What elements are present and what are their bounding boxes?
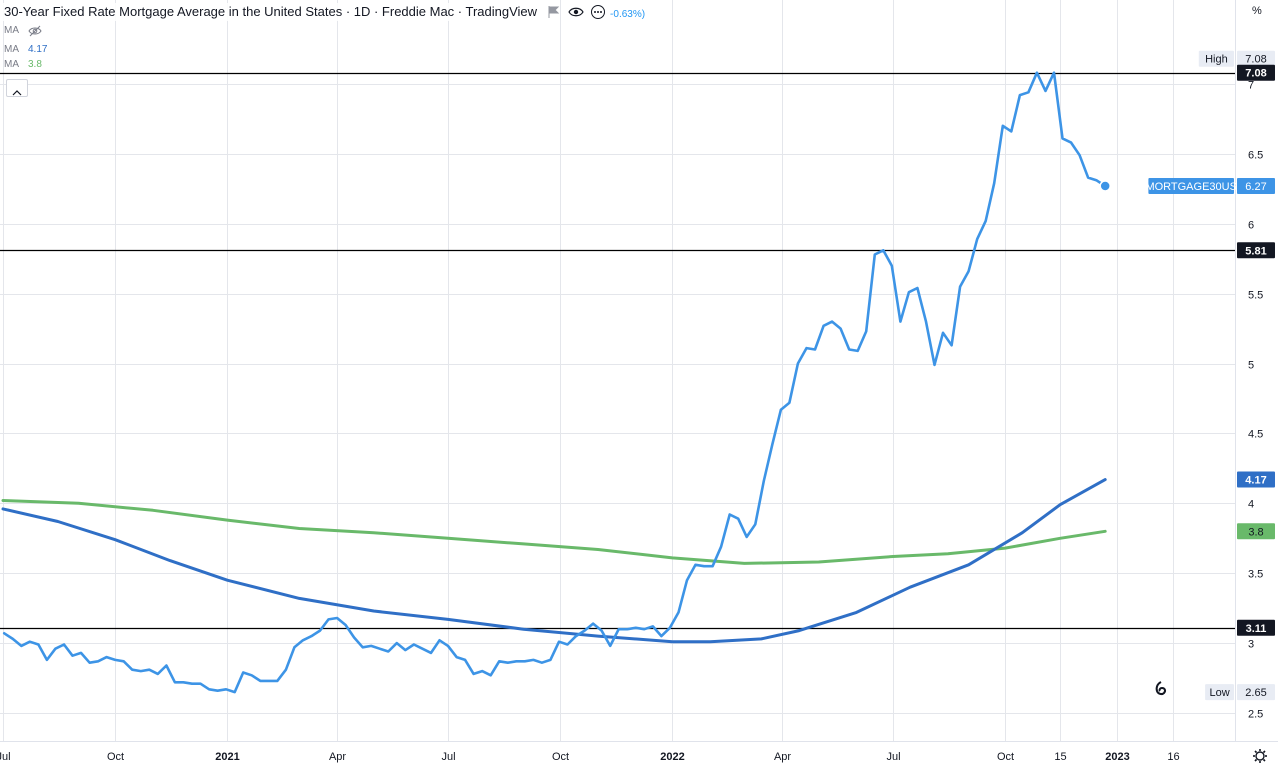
price-tag-0: 7.08 High <box>1198 50 1275 67</box>
series-line-0[interactable] <box>2 71 1107 694</box>
time-tick-label: 15 <box>1054 751 1066 763</box>
time-tick-label: Apr <box>774 751 791 763</box>
price-tag-value: 2.65 <box>1245 687 1266 699</box>
price-tag-4: 4.17 <box>1237 471 1275 488</box>
time-tick-label: Apr <box>329 751 346 763</box>
legend-ma1-row[interactable]: MA <box>4 21 645 40</box>
time-tick-label: 2021 <box>215 751 239 763</box>
price-tag-value: 5.81 <box>1245 245 1266 257</box>
horizontal-levels <box>0 72 1235 630</box>
ma3-value: 3.8 <box>28 59 42 70</box>
price-tick-label: 2.5 <box>1248 709 1263 721</box>
price-tag-1: 7.08 <box>1237 64 1275 81</box>
price-tag-5: 3.8 <box>1237 523 1275 540</box>
chart-legend: 30-Year Fixed Rate Mortgage Average in t… <box>2 2 645 71</box>
time-tick-label: 2023 <box>1105 751 1129 763</box>
time-tick-label: 2022 <box>660 751 684 763</box>
price-tick-label: 7 <box>1248 80 1254 92</box>
price-axis-unit: % <box>1252 5 1262 17</box>
time-tick-label: Jul <box>0 751 11 763</box>
flag-icon[interactable] <box>546 4 562 20</box>
price-tags: 7.08 High 7.08 6.27 MORTGAGE30US 5.81 4.17 3.8 3… <box>1145 50 1275 701</box>
series-lines <box>1 71 1111 694</box>
time-tick-label: Oct <box>107 751 124 763</box>
price-tag-7: 2.65 Low <box>1205 684 1275 701</box>
price-tag-value: 4.17 <box>1245 475 1266 487</box>
price-tag-6: 3.11 <box>1237 619 1275 636</box>
axes: % <box>0 0 1278 742</box>
time-tick-label: Jul <box>886 751 900 763</box>
price-tick-label: 6 <box>1248 220 1254 232</box>
price-tag-label: MORTGAGE30US <box>1145 181 1237 193</box>
price-tick-label: 6.5 <box>1248 150 1263 162</box>
price-tag-value: 7.08 <box>1245 54 1266 66</box>
time-tick-label: Oct <box>997 751 1014 763</box>
price-tag-value: 3.8 <box>1248 526 1263 538</box>
price-tick-label: 4 <box>1248 499 1254 511</box>
last-price-marker[interactable] <box>1099 180 1111 192</box>
price-tick-label: 3 <box>1248 639 1254 651</box>
settings-gear-icon[interactable] <box>1253 749 1267 763</box>
time-tick-label: Oct <box>552 751 569 763</box>
time-tick-label: 16 <box>1167 751 1179 763</box>
price-tag-label: Low <box>1209 687 1229 699</box>
legend-ma2-row[interactable]: MA 4.17 <box>4 40 645 59</box>
legend-collapse-button[interactable] <box>6 79 28 97</box>
legend-change: -0.63%) <box>610 8 646 20</box>
price-tick-label: 4.5 <box>1248 429 1263 441</box>
chart[interactable]: % 2.5 3 3.5 4 4.5 5 5.5 6 6.5 7 Jul Oct 2021 Apr Jul O… <box>0 0 1278 769</box>
price-tag-2: 6.27 MORTGAGE30US <box>1145 177 1275 194</box>
chevron-up-icon <box>12 84 22 96</box>
price-tick-label: 5.5 <box>1248 290 1263 302</box>
legend-main-row: 30-Year Fixed Rate Mortgage Average in t… <box>2 2 645 21</box>
series-line-2[interactable] <box>1 499 1107 565</box>
eye-icon[interactable] <box>568 4 584 20</box>
ma1-label: MA <box>4 24 19 36</box>
price-tag-label: High <box>1205 54 1228 66</box>
price-tick-label: 3.5 <box>1248 569 1263 581</box>
price-tag-value: 6.27 <box>1245 181 1266 193</box>
price-tag-value: 7.08 <box>1245 68 1266 80</box>
eye-off-icon[interactable] <box>28 24 42 38</box>
price-tick-label: 5 <box>1248 360 1254 372</box>
time-axis-labels: Jul Oct 2021 Apr Jul Oct 2022 Apr Jul Oct 15 2023 16 <box>0 751 1180 763</box>
legend-ma3-row[interactable]: MA 3.8 <box>4 59 645 71</box>
time-tick-label: Jul <box>441 751 455 763</box>
price-tag-3: 5.81 <box>1237 242 1275 259</box>
price-tag-value: 3.11 <box>1246 623 1267 635</box>
legend-title[interactable]: 30-Year Fixed Rate Mortgage Average in t… <box>2 2 541 21</box>
ma3-label: MA <box>4 59 19 70</box>
tradingview-logo-icon[interactable] <box>1155 681 1167 696</box>
more-icon[interactable] <box>590 4 606 20</box>
